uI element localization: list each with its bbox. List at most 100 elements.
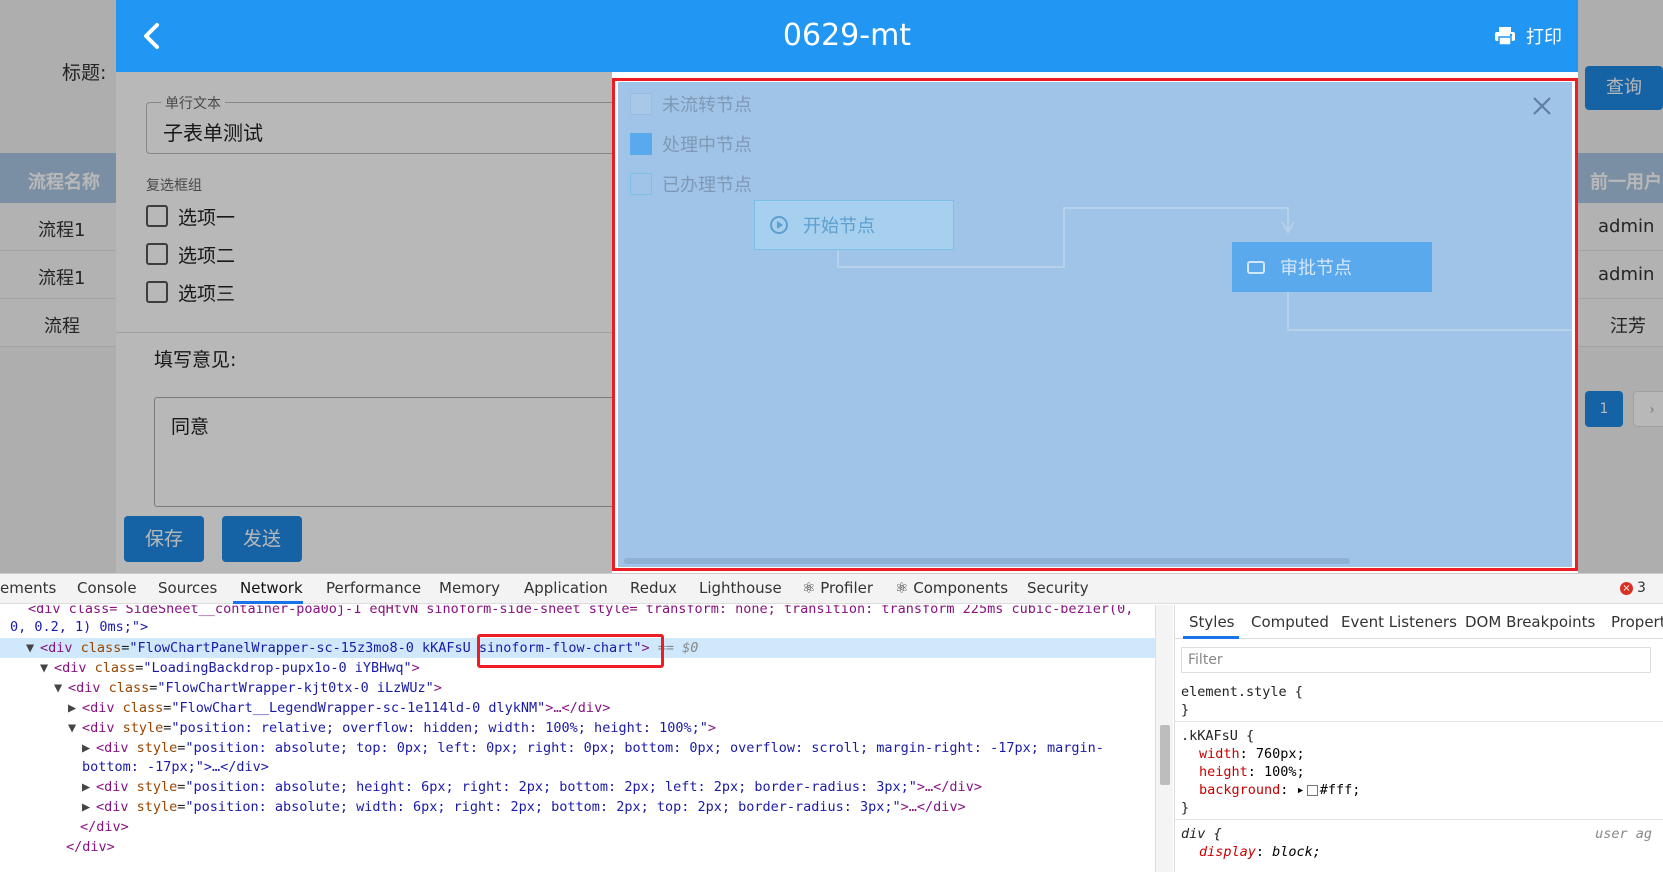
modal-header: 0629-mt 打印	[116, 0, 1578, 72]
tab-profiler-label: Profiler	[820, 579, 874, 597]
tab-security[interactable]: Security	[1027, 579, 1089, 597]
expand-triangle-icon[interactable]: ▶	[82, 738, 96, 758]
legend-label: 已办理节点	[662, 175, 752, 196]
attr-value: "position: absolute; width: 6px; right: …	[185, 799, 901, 815]
collapse-triangle-icon[interactable]: ▼	[26, 638, 40, 658]
expand-triangle-icon[interactable]: ▶	[82, 777, 96, 797]
close-brace: }	[1181, 800, 1190, 816]
rectangle-icon	[1247, 261, 1265, 274]
css-prop: background	[1199, 782, 1281, 798]
ua-selector: div {	[1181, 826, 1222, 842]
tag-open: <div	[40, 640, 81, 656]
css-value: 760px;	[1255, 746, 1305, 762]
dom-line[interactable]: ▶ <div class="FlowChart__LegendWrapper-sc…	[68, 698, 610, 718]
dom-line[interactable]: 0, 0.2, 1) 0ms;">	[10, 617, 148, 637]
process-modal: 0629-mt 打印 单行文本 子表单测试 复选框组 选项一 选项二 选项三 填…	[116, 0, 1578, 573]
tab-application[interactable]: Application	[524, 579, 608, 597]
styles-pane: Styles Computed Event Listeners DOM Brea…	[1174, 605, 1663, 872]
attr-name: class	[94, 660, 136, 676]
expand-triangle-icon[interactable]: ▶	[68, 698, 82, 718]
elements-scrollbar[interactable]	[1155, 605, 1173, 872]
dom-line[interactable]: ▼ <div style="position: relative; overflo…	[68, 718, 716, 738]
attr-name: class	[122, 700, 164, 716]
color-swatch[interactable]	[1306, 784, 1318, 796]
horizontal-scrollbar[interactable]	[624, 558, 1350, 564]
rule-divider	[1175, 819, 1663, 820]
flow-node-start[interactable]: 开始节点	[754, 200, 954, 250]
legend-swatch	[630, 93, 652, 115]
rule-selector[interactable]: .kKAFsU {	[1181, 727, 1254, 745]
modal-title: 0629-mt	[782, 18, 912, 53]
styles-tab-bar: Styles Computed Event Listeners DOM Brea…	[1175, 605, 1663, 639]
tab-redux[interactable]: Redux	[630, 579, 677, 597]
printer-icon	[1495, 27, 1515, 46]
dom-line-selected[interactable]: ▼ <div class="FlowChartPanelWrapper-sc-15…	[0, 638, 1155, 658]
legend-label: 处理中节点	[662, 135, 752, 156]
close-brace: }	[1181, 702, 1190, 718]
error-counter[interactable]: × 3	[1620, 580, 1646, 596]
tab-styles[interactable]: Styles	[1189, 613, 1235, 631]
tab-components-label: Components	[913, 579, 1009, 597]
tag-tail: >…</div>	[545, 700, 611, 716]
tab-elements[interactable]: ements	[0, 579, 56, 597]
tab-lighthouse[interactable]: Lighthouse	[699, 579, 782, 597]
collapse-triangle-icon[interactable]: ▼	[68, 718, 82, 738]
tab-components[interactable]: ⚛ Components	[895, 579, 1008, 597]
attr-name: style	[136, 779, 178, 795]
flow-connectors	[837, 207, 1572, 331]
css-value: #fff;	[1319, 782, 1361, 798]
dom-line[interactable]: ▶ <div style="position: absolute; height:…	[82, 777, 982, 797]
react-icon: ⚛	[802, 579, 821, 597]
attr-value: "LoadingBackdrop-pupx1o-0 iYBHwq"	[143, 660, 412, 676]
css-prop: width	[1199, 746, 1240, 762]
attr-value: "FlowChartPanelWrapper-sc-15z3mo8-0 kKAF…	[129, 640, 642, 656]
tab-memory[interactable]: Memory	[439, 579, 500, 597]
dom-line[interactable]: bottom: -17px;">…</div>	[82, 757, 269, 777]
attr-value: "position: relative; overflow: hidden; w…	[171, 720, 708, 736]
css-declaration[interactable]: width: 760px;	[1199, 745, 1305, 763]
css-prop: height	[1199, 764, 1248, 780]
css-declaration[interactable]: height: 100%;	[1199, 763, 1305, 781]
css-declaration[interactable]: background: ▸ #fff;	[1199, 781, 1360, 799]
dom-line[interactable]: ▶ <div style="position: absolute; top: 0p…	[82, 738, 1104, 758]
dom-line[interactable]: </div>	[80, 817, 129, 837]
tab-network[interactable]: Network	[240, 579, 303, 597]
print-button[interactable]: 打印	[1494, 22, 1562, 50]
devtools-tab-bar: ements Console Sources Network Performan…	[0, 574, 1663, 604]
flow-chart-side-sheet: 未流转节点 处理中节点 已办理节点 开始节点 审批节点	[612, 72, 1578, 573]
flow-node-approve[interactable]: 审批节点	[1232, 242, 1432, 292]
attr-value: "FlowChart__LegendWrapper-sc-1e114ld-0 d…	[171, 700, 546, 716]
devtools-panel: ements Console Sources Network Performan…	[0, 573, 1663, 872]
tab-sources[interactable]: Sources	[158, 579, 217, 597]
attr-value: "position: absolute; height: 6px; right:…	[185, 779, 917, 795]
tab-profiler[interactable]: ⚛ Profiler	[802, 579, 873, 597]
tab-dom-breakpoints[interactable]: DOM Breakpoints	[1465, 613, 1595, 631]
tag-close: >	[641, 640, 650, 656]
ua-rule-selector: div {user ag	[1181, 825, 1658, 843]
dom-line[interactable]: ▼ <div class="FlowChartWrapper-kjt0tx-0 i…	[54, 678, 442, 698]
attr-name: class	[80, 640, 122, 656]
expand-triangle-icon[interactable]: ▸	[1297, 782, 1305, 798]
print-label: 打印	[1526, 27, 1562, 48]
dom-line[interactable]: ▼ <div class="LoadingBackdrop-pupx1o-0 iY…	[40, 658, 420, 678]
elements-tree: <div class= SideSheet__container-poa0oj-…	[0, 605, 1155, 872]
tab-performance[interactable]: Performance	[326, 579, 421, 597]
css-value: block;	[1272, 844, 1321, 860]
attr-value: "FlowChartWrapper-kjt0tx-0 iLzWUz"	[157, 680, 434, 696]
dom-line[interactable]: ▶ <div style="position: absolute; width: …	[82, 797, 966, 817]
tab-computed[interactable]: Computed	[1251, 613, 1329, 631]
dom-line[interactable]: </div>	[66, 837, 115, 857]
expand-triangle-icon[interactable]: ▶	[82, 797, 96, 817]
legend-item-processing: 处理中节点	[630, 132, 752, 156]
dom-line[interactable]: <div class= SideSheet__container-poa0oj-…	[28, 605, 1133, 619]
close-icon[interactable]	[1530, 94, 1554, 118]
scrollbar-thumb[interactable]	[1160, 725, 1170, 785]
collapse-triangle-icon[interactable]: ▼	[40, 658, 54, 678]
tab-console[interactable]: Console	[77, 579, 137, 597]
collapse-triangle-icon[interactable]: ▼	[54, 678, 68, 698]
tab-properties[interactable]: Properti	[1611, 613, 1663, 631]
tab-event-listeners[interactable]: Event Listeners	[1341, 613, 1457, 631]
screenshot-root: 标题: 查询 流程名称 前一用户 流程1 admin 流程1 admin 流程 …	[0, 0, 1663, 872]
styles-filter-input[interactable]: Filter	[1181, 647, 1651, 673]
node-label: 开始节点	[803, 216, 875, 237]
